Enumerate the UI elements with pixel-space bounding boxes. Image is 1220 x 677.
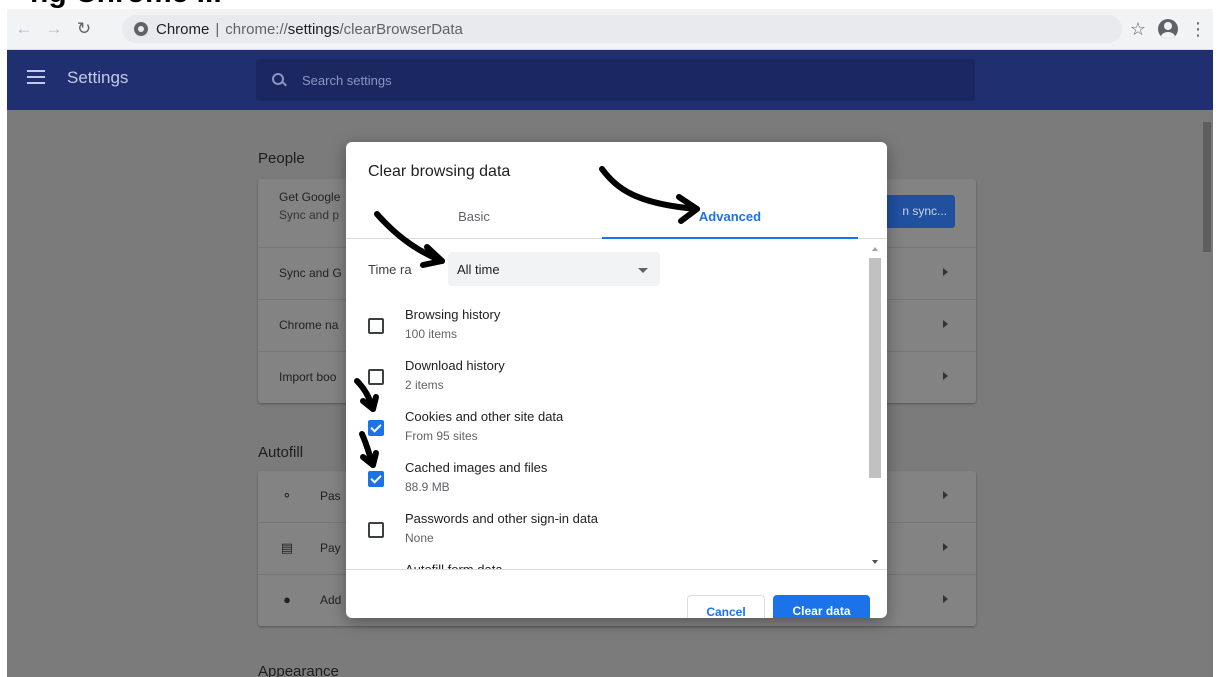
settings-search[interactable]: [256, 59, 975, 101]
chrome-icon: [134, 22, 148, 36]
browser-window: ← → ↻ Chrome | chrome://settings/clearBr…: [7, 9, 1213, 677]
url-path: /clearBrowserData: [339, 20, 463, 38]
tab-advanced[interactable]: Advanced: [602, 196, 858, 239]
address-bar[interactable]: Chrome | chrome://settings/clearBrowserD…: [122, 15, 1122, 43]
time-range-select[interactable]: All time: [448, 252, 660, 286]
dialog-tabs: Basic Advanced: [346, 196, 887, 239]
scroll-up-icon[interactable]: [872, 247, 878, 251]
item-detail: 2 items: [405, 378, 444, 392]
item-name: Autofill form data: [405, 562, 503, 570]
screenshot-frame: ng Chrome ... ← → ↻ Chrome | chrome://se…: [0, 0, 1220, 677]
item-detail: From 95 sites: [405, 429, 478, 443]
autofill-row-label: Pay: [320, 541, 341, 555]
chevron-right-icon: [943, 491, 948, 499]
page-heading-partial: ng Chrome ...: [0, 0, 1220, 9]
autofill-row-label: Pas: [320, 489, 341, 503]
chevron-right-icon: [943, 268, 948, 276]
item-name: Download history: [405, 358, 505, 373]
dialog-title: Clear browsing data: [368, 163, 511, 180]
site-name: Chrome: [156, 20, 210, 38]
kebab-menu-icon[interactable]: ⋮: [1183, 14, 1213, 44]
cached-images-checkbox[interactable]: [368, 471, 384, 487]
section-title-appearance: Appearance: [258, 663, 339, 677]
settings-header: Settings: [7, 50, 1213, 110]
people-row-label: Sync and G: [279, 266, 342, 280]
dialog-scrollbar[interactable]: [869, 245, 881, 569]
dropdown-caret-icon: [638, 268, 648, 273]
item-name: Cached images and files: [405, 460, 548, 475]
passwords-checkbox[interactable]: [368, 522, 384, 538]
credit-card-icon: ▤: [280, 540, 294, 555]
time-range-label: Time ra: [368, 262, 412, 277]
search-icon: [272, 73, 286, 87]
chevron-right-icon: [943, 543, 948, 551]
section-title-autofill: Autofill: [258, 444, 304, 461]
account-icon[interactable]: [1153, 14, 1183, 44]
url-scheme: chrome://: [225, 20, 288, 38]
dialog-scrollbar-thumb[interactable]: [869, 258, 881, 478]
settings-title: Settings: [67, 68, 129, 87]
item-detail: 88.9 MB: [405, 480, 450, 494]
dialog-body: Time ra All time Browsing history 100 it…: [346, 239, 887, 570]
key-icon: ⚬: [281, 488, 293, 503]
item-cached-images[interactable]: Cached images and files 88.9 MB: [346, 455, 866, 505]
item-download-history[interactable]: Download history 2 items: [346, 353, 866, 403]
item-name: Cookies and other site data: [405, 409, 564, 424]
search-input[interactable]: [300, 71, 904, 89]
clear-browsing-data-dialog: Clear browsing data Basic Advanced Time …: [346, 142, 887, 618]
people-row-sub: Sync and p: [279, 208, 340, 222]
clear-data-button[interactable]: Clear data: [773, 595, 870, 618]
item-detail: 100 items: [405, 327, 458, 341]
section-title-people: People: [258, 150, 305, 167]
browsing-history-checkbox[interactable]: [368, 318, 384, 334]
chevron-right-icon: [943, 320, 948, 328]
reload-icon[interactable]: ↻: [71, 16, 97, 42]
cancel-button[interactable]: Cancel: [687, 595, 765, 618]
back-arrow-icon[interactable]: ←: [11, 16, 37, 42]
hamburger-menu-icon[interactable]: [27, 70, 45, 84]
item-cookies[interactable]: Cookies and other site data From 95 site…: [346, 404, 866, 454]
item-name: Passwords and other sign-in data: [405, 511, 598, 526]
people-row-label: Import boo: [279, 370, 337, 384]
omnibox-divider: |: [215, 20, 220, 38]
item-autofill[interactable]: Autofill form data: [346, 557, 866, 570]
page-scrollbar-thumb[interactable]: [1203, 122, 1211, 252]
tab-basic[interactable]: Basic: [346, 196, 602, 238]
autofill-row-label: Add: [320, 593, 342, 607]
time-range-value: All time: [457, 262, 500, 277]
item-passwords[interactable]: Passwords and other sign-in data None: [346, 506, 866, 556]
item-name: Browsing history: [405, 307, 501, 322]
people-row-label: Chrome na: [279, 318, 339, 332]
scroll-down-icon[interactable]: [872, 560, 878, 564]
url-host: settings: [287, 20, 340, 38]
turn-on-sync-button[interactable]: n sync...: [881, 195, 955, 228]
page-scrollbar[interactable]: [1201, 110, 1213, 677]
item-detail: None: [405, 531, 434, 545]
forward-arrow-icon[interactable]: →: [41, 16, 67, 42]
bookmark-star-icon[interactable]: ☆: [1123, 14, 1153, 44]
item-browsing-history[interactable]: Browsing history 100 items: [346, 302, 866, 352]
chevron-right-icon: [943, 372, 948, 380]
chevron-right-icon: [943, 595, 948, 603]
people-row-label: Get Google: [279, 190, 341, 204]
toolbar-actions: ☆ ⋮: [1123, 9, 1213, 49]
browser-toolbar: ← → ↻ Chrome | chrome://settings/clearBr…: [7, 9, 1213, 50]
download-history-checkbox[interactable]: [368, 369, 384, 385]
location-pin-icon: ●: [283, 592, 291, 607]
cookies-checkbox[interactable]: [368, 420, 384, 436]
dialog-footer: Cancel Clear data: [346, 570, 887, 618]
